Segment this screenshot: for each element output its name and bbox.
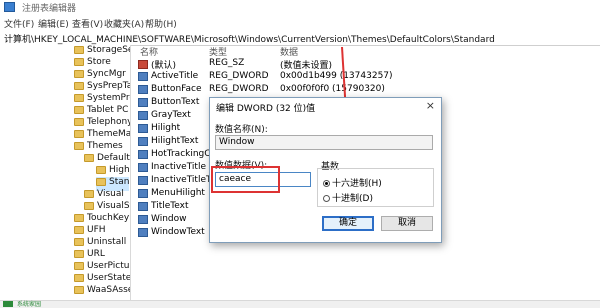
ok-button[interactable]: 确定 — [322, 216, 374, 231]
address-bar[interactable]: 计算机\HKEY_LOCAL_MACHINE\SOFTWARE\Microsof… — [0, 30, 600, 46]
folder-icon — [74, 106, 84, 114]
cancel-button[interactable]: 取消 — [381, 216, 433, 231]
folder-icon — [84, 190, 94, 198]
regedit-icon — [4, 2, 15, 12]
menu-file[interactable]: 文件(F) — [4, 17, 34, 30]
dword-value-icon — [138, 214, 148, 224]
folder-icon — [84, 202, 94, 210]
folder-icon — [74, 262, 84, 270]
dword-value-icon — [138, 162, 148, 172]
column-header-name[interactable]: 名称 — [140, 45, 158, 59]
folder-icon — [74, 226, 84, 234]
address-path[interactable]: 计算机\HKEY_LOCAL_MACHINE\SOFTWARE\Microsof… — [4, 32, 495, 45]
value-name-field: Window — [215, 135, 433, 150]
key-tree[interactable]: StorageSe Store SyncMgr SysPrepTa System… — [0, 45, 131, 300]
window-title: 注册表编辑器 — [22, 4, 77, 14]
dword-value-icon — [138, 227, 148, 237]
close-icon[interactable]: × — [426, 99, 435, 112]
value-row[interactable]: (默认) REG_SZ (数值未设置) — [138, 58, 332, 71]
value-row[interactable]: HotTrackingCo... — [138, 149, 220, 162]
folder-icon — [74, 58, 84, 66]
dword-value-icon — [138, 110, 148, 120]
folder-icon — [74, 274, 84, 282]
dword-value-icon — [138, 188, 148, 198]
string-value-icon — [138, 60, 148, 69]
dword-value-icon — [138, 136, 148, 146]
dialog-title: 编辑 DWORD (32 位)值 — [216, 104, 316, 114]
radio-unselected-icon — [323, 195, 330, 202]
annotation-highlight-box — [211, 166, 280, 193]
folder-icon — [74, 94, 84, 102]
value-row[interactable]: ButtonFace REG_DWORD 0x00f0f0f0 (15790320) — [138, 84, 385, 97]
column-header-type[interactable]: 类型 — [209, 45, 227, 59]
dword-value-icon — [138, 84, 148, 94]
value-row[interactable]: InactiveTitle — [138, 162, 220, 175]
folder-icon — [74, 250, 84, 258]
radio-selected-icon — [323, 180, 330, 187]
column-header-data[interactable]: 数据 — [280, 45, 298, 59]
edit-dword-dialog: 编辑 DWORD (32 位)值 × 数值名称(N): Window 数值数据(… — [209, 97, 442, 243]
folder-icon — [96, 178, 106, 186]
dword-value-icon — [138, 175, 148, 185]
dword-value-icon — [138, 123, 148, 133]
menu-help[interactable]: 帮助(H) — [145, 17, 177, 30]
value-row[interactable]: WindowText — [138, 227, 220, 240]
folder-icon — [74, 82, 84, 90]
hex-radio[interactable]: 十六进制(H) — [323, 176, 382, 189]
menu-view[interactable]: 查看(V) — [72, 17, 103, 30]
dword-value-icon — [138, 201, 148, 211]
menu-favorites[interactable]: 收藏夹(A) — [104, 17, 144, 30]
dword-value-icon — [138, 97, 148, 107]
status-badge — [3, 301, 13, 307]
value-row[interactable]: HilightText — [138, 136, 220, 149]
value-row[interactable]: GrayText — [138, 110, 220, 123]
value-row[interactable]: Window — [138, 214, 220, 227]
base-group: 十六进制(H) 十进制(D) — [317, 168, 434, 207]
folder-icon — [74, 70, 84, 78]
folder-icon — [74, 286, 84, 294]
folder-icon — [84, 154, 94, 162]
value-row[interactable]: MenuHilight — [138, 188, 220, 201]
folder-icon — [96, 166, 106, 174]
folder-icon — [74, 118, 84, 126]
folder-icon — [74, 238, 84, 246]
title-bar: 注册表编辑器 — [0, 0, 600, 15]
value-row[interactable]: TitleText — [138, 201, 220, 214]
value-row[interactable]: Hilight — [138, 123, 220, 136]
value-name-label: 数值名称(N): — [215, 125, 268, 135]
folder-icon — [74, 142, 84, 150]
menu-bar: 文件(F) 编辑(E) 查看(V) 收藏夹(A) 帮助(H) — [0, 14, 600, 31]
value-row[interactable]: InactiveTitleText — [138, 175, 220, 188]
menu-edit[interactable]: 编辑(E) — [38, 17, 69, 30]
dword-value-icon — [138, 149, 148, 159]
tree-item[interactable]: WaaSAsse — [74, 285, 130, 299]
folder-icon — [74, 214, 84, 222]
decimal-radio[interactable]: 十进制(D) — [323, 191, 373, 204]
dword-value-icon — [138, 71, 148, 81]
folder-icon — [74, 46, 84, 54]
value-row[interactable]: ButtonText — [138, 97, 220, 110]
folder-icon — [74, 130, 84, 138]
value-row[interactable]: ActiveTitle REG_DWORD 0x00d1b499 (13743257… — [138, 71, 393, 84]
